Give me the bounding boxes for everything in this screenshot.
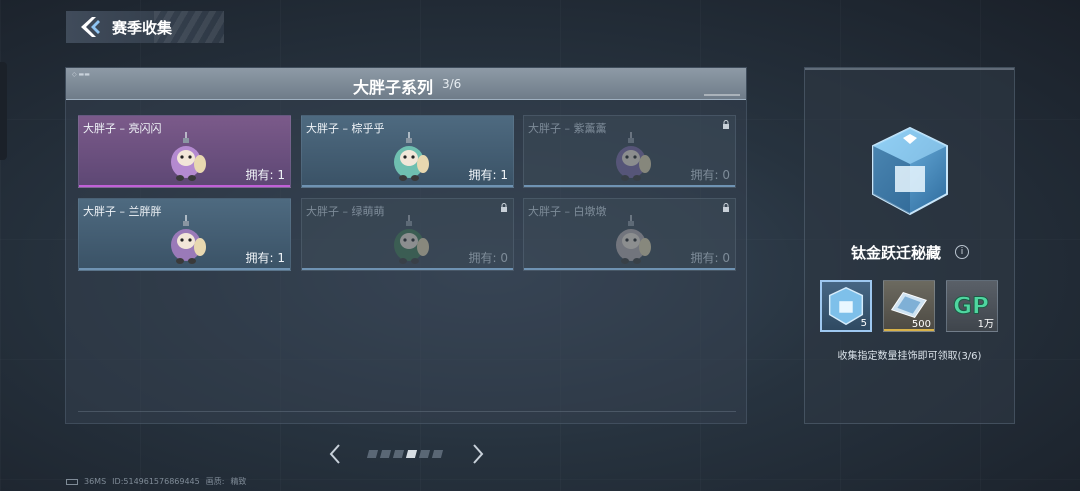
fatty-charm-icon [394, 215, 429, 264]
fatty-charm-icon [171, 215, 206, 264]
info-icon[interactable]: i [955, 245, 969, 259]
owned-count: 拥有: 1 [468, 168, 509, 182]
series-count: 3/6 [442, 77, 462, 91]
player-id: ID:5149615768694​45 [112, 477, 200, 486]
owned-count: 拥有: 1 [245, 251, 286, 265]
ping-text: 36MS [84, 477, 107, 486]
lock-icon [723, 203, 729, 212]
reward-panel: 钛金跃迁秘藏 i 5 500 GP 1万 收集指定数量挂饰即可领取(3/6) [804, 67, 1015, 424]
fatty-charm-icon [171, 132, 206, 181]
collection-card[interactable]: 大胖子 – 棕乎乎拥有: 1 [301, 115, 514, 188]
item-quantity: 5 [860, 318, 867, 329]
owned-count: 拥有: 0 [468, 251, 509, 265]
battery-icon [66, 478, 78, 485]
panel-top-line [805, 68, 1014, 70]
quality-value: 精致 [230, 477, 247, 486]
card-name: 大胖子 – 绿萌萌 [306, 205, 385, 218]
lock-icon [723, 120, 729, 129]
reward-title: 钛金跃迁秘藏 [851, 244, 942, 262]
page-dot[interactable] [431, 450, 444, 458]
page-dot[interactable] [379, 450, 392, 458]
card-name: 大胖子 – 亮闪闪 [83, 122, 162, 135]
collection-card[interactable]: 大胖子 – 紫薰薰拥有: 0 [523, 115, 736, 188]
collection-card[interactable]: 大胖子 – 白墩墩拥有: 0 [523, 198, 736, 271]
item-quantity: 1万 [977, 319, 994, 330]
next-page-icon[interactable] [471, 443, 485, 465]
titanium-chest-icon[interactable] [865, 124, 955, 218]
page-dot[interactable] [418, 450, 431, 458]
collection-card[interactable]: 大胖子 – 亮闪闪拥有: 1 [78, 115, 291, 188]
rarity-bar [524, 185, 735, 187]
collection-panel: ◇ ▬▬ 大胖子系列 3/6 大胖子 – 亮闪闪 拥有: 1 大胖子 – 棕乎乎 拥有… [65, 67, 747, 424]
rarity-underline [884, 329, 934, 331]
owned-count: 拥有: 1 [245, 168, 286, 182]
owned-count: 拥有: 0 [690, 251, 731, 265]
fatty-charm-icon [616, 132, 651, 181]
page-dot[interactable] [366, 450, 379, 458]
panel-divider [78, 411, 736, 412]
page-indicator [366, 450, 444, 458]
rarity-bar [79, 268, 290, 270]
card-name: 大胖子 – 紫薰薰 [528, 122, 607, 135]
rarity-bar [302, 185, 513, 187]
page-header: 赛季收集 [66, 11, 224, 43]
rarity-bar [524, 268, 735, 270]
reward-ticket-item[interactable]: 500 [883, 280, 935, 332]
lock-icon [501, 203, 507, 212]
status-footer: 36MS ID:5149615768694​45 画质: 精致 [66, 476, 246, 487]
page-title: 赛季收集 [112, 19, 173, 37]
quality-label: 画质: [205, 477, 225, 486]
card-name: 大胖子 – 兰胖胖 [83, 205, 162, 218]
back-arrow-icon[interactable] [78, 16, 102, 38]
prev-page-icon[interactable] [328, 443, 342, 465]
owned-count: 拥有: 0 [690, 168, 731, 182]
card-name: 大胖子 – 棕乎乎 [306, 122, 385, 135]
panel-header: ◇ ▬▬ 大胖子系列 3/6 [66, 68, 746, 100]
collection-card[interactable]: 大胖子 – 绿萌萌拥有: 0 [301, 198, 514, 271]
rarity-bar [302, 268, 513, 270]
reward-chest-item[interactable]: 5 [820, 280, 872, 332]
reward-description: 收集指定数量挂饰即可领取(3/6) [837, 351, 982, 362]
side-handle[interactable] [0, 62, 7, 160]
fatty-charm-icon [616, 215, 651, 264]
page-dot[interactable] [392, 450, 405, 458]
page-dot[interactable] [405, 450, 418, 458]
reward-gp-item[interactable]: GP 1万 [946, 280, 998, 332]
rarity-bar [79, 185, 290, 187]
header-decoration: ◇ ▬▬ [72, 71, 90, 78]
card-name: 大胖子 – 白墩墩 [528, 205, 607, 218]
collection-card[interactable]: 大胖子 – 兰胖胖拥有: 1 [78, 198, 291, 271]
header-decoration-line [704, 94, 740, 96]
fatty-charm-icon [394, 132, 429, 181]
series-title: 大胖子系列 [353, 78, 434, 97]
